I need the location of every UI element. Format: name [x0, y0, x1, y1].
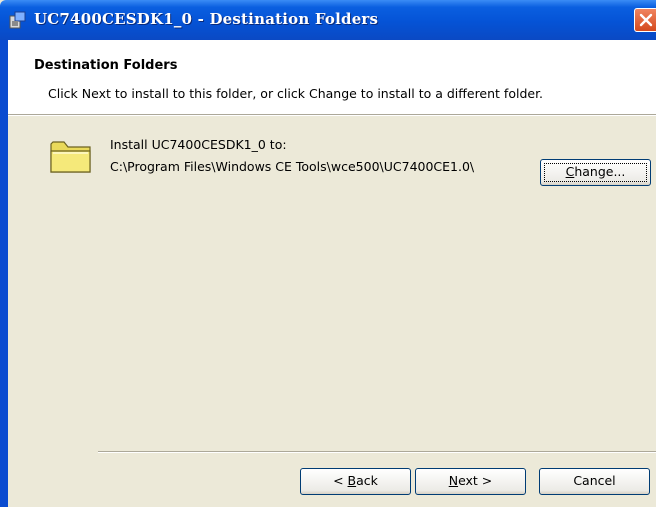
installer-window: UC7400CESDK1_0 - Destination Folders Des… [0, 0, 656, 507]
close-button[interactable] [634, 8, 656, 32]
back-prefix: < [333, 473, 348, 488]
install-path: C:\Program Files\Windows CE Tools\wce500… [110, 159, 475, 174]
install-label: Install UC7400CESDK1_0 to: [110, 137, 287, 152]
page-description: Click Next to install to this folder, or… [48, 86, 544, 101]
close-icon [639, 13, 653, 27]
back-mnemonic: B [347, 473, 357, 488]
title-bar[interactable]: UC7400CESDK1_0 - Destination Folders [0, 0, 656, 40]
installer-icon [9, 11, 27, 29]
change-button[interactable]: Change... [540, 159, 651, 186]
cancel-label: Cancel [573, 473, 616, 488]
next-button[interactable]: Next > [415, 468, 526, 495]
dialog-header: Destination Folders Click Next to instal… [8, 40, 656, 114]
back-button[interactable]: < Back [300, 468, 411, 495]
focus-rect [544, 163, 647, 182]
next-label: ext > [458, 473, 493, 488]
next-mnemonic: N [448, 473, 459, 488]
cancel-button[interactable]: Cancel [539, 468, 650, 495]
footer-divider-highlight [98, 452, 656, 453]
folder-icon [49, 136, 93, 176]
window-border [0, 40, 8, 507]
window-title: UC7400CESDK1_0 - Destination Folders [34, 10, 379, 28]
page-title: Destination Folders [34, 58, 178, 73]
back-label: ack [356, 473, 378, 488]
